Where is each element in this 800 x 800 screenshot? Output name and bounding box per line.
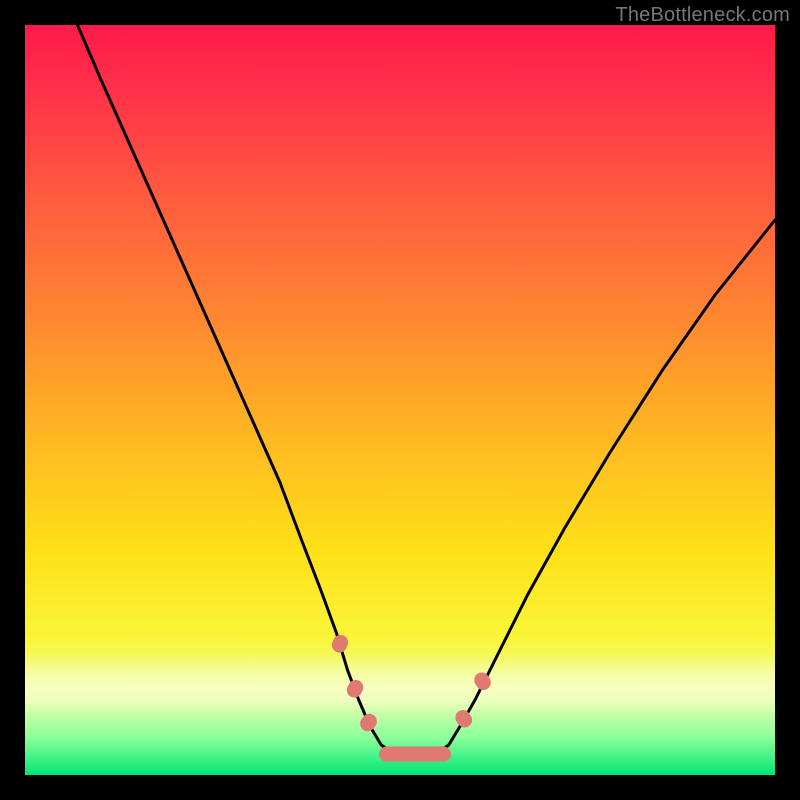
left-marker-2 (344, 677, 366, 700)
marker-group (329, 632, 493, 761)
floor-bar (379, 747, 451, 762)
chart-svg (25, 25, 775, 775)
watermark-text: TheBottleneck.com (615, 4, 790, 27)
right-marker-1 (452, 707, 475, 730)
right-marker-2 (471, 670, 493, 693)
left-marker-3 (357, 711, 380, 734)
bottleneck-curve (78, 25, 776, 756)
frame: TheBottleneck.com (0, 0, 800, 800)
curve-group (78, 25, 776, 756)
left-marker-1 (329, 632, 350, 655)
